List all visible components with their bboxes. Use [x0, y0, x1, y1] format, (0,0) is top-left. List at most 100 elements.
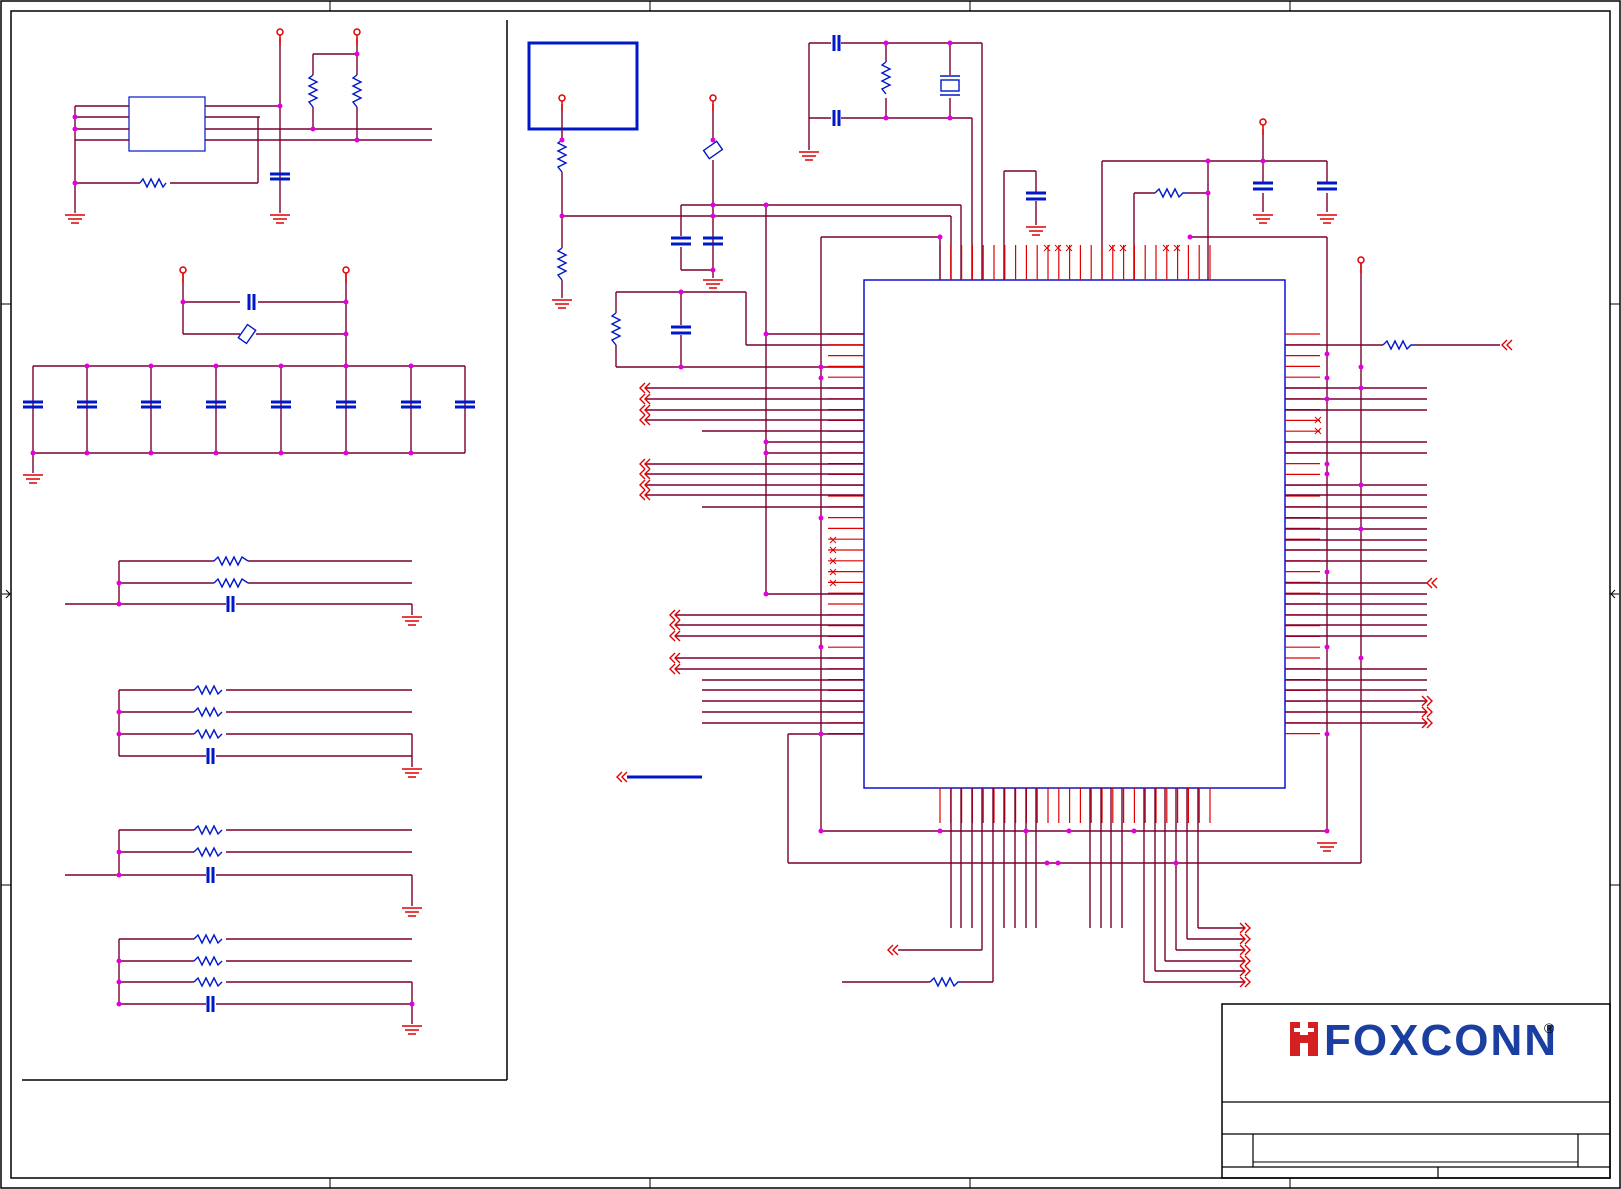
capacitor-icon	[1026, 181, 1337, 201]
title-block: FOXCONN ®	[1221, 1003, 1611, 1179]
resistor-icon	[880, 61, 892, 95]
capacitor-icon	[206, 748, 215, 764]
ferrite-bead-icon	[237, 323, 257, 345]
junction-dot	[763, 331, 769, 337]
foxconn-logo: FOXCONN ®	[1290, 1016, 1558, 1065]
rc-filter-group-4	[116, 933, 423, 1035]
main-ic-top-pins	[939, 245, 1211, 280]
main-ic-nets	[646, 205, 1500, 983]
crystal-oscillator	[798, 35, 983, 280]
small-ic-body	[128, 96, 206, 152]
offpage-connector-icon	[887, 944, 899, 956]
resistor-icon	[929, 976, 962, 988]
main-ic-right-pins	[1285, 333, 1320, 735]
offpage-connector-icon	[616, 771, 628, 783]
resistor-icon	[556, 247, 568, 281]
capacitor-icon	[247, 294, 256, 310]
junction-dot	[818, 364, 824, 370]
resistor-icon	[193, 955, 223, 967]
junction-dot	[818, 828, 824, 834]
resistor-icon	[307, 74, 319, 108]
junction-dot	[1358, 655, 1364, 661]
resistor-icon	[139, 177, 167, 189]
junction-dot	[763, 202, 769, 208]
capacitor-icon	[23, 400, 475, 409]
junction-dot	[1066, 828, 1072, 834]
ferrite-bead-icon	[702, 140, 724, 160]
main-ic-body	[863, 279, 1286, 789]
resistor-icon	[610, 312, 622, 346]
main-ic	[828, 245, 1320, 823]
rc-filter-group-1	[65, 555, 423, 626]
rc-filter-group-3	[65, 824, 423, 917]
offpage-connector-icon	[1501, 339, 1513, 351]
resistor-icon	[213, 577, 249, 589]
capacitor-icon	[206, 867, 215, 883]
resistor-icon	[193, 846, 223, 858]
junction-dot	[1173, 860, 1179, 866]
main-ic-bottom-pins	[939, 788, 1211, 823]
resistor-icon	[193, 684, 223, 696]
reset-circuit	[527, 41, 962, 370]
junction-dot	[763, 591, 769, 597]
sensor-ic-circuit	[64, 28, 432, 224]
junction-dot	[1358, 526, 1364, 532]
junction-dot	[1358, 364, 1364, 370]
capacitor-icon	[206, 996, 215, 1012]
junction-dot	[1324, 644, 1330, 650]
no-connect-icon	[1043, 244, 1051, 252]
main-ic-left-pins	[828, 333, 864, 735]
no-connect-icon	[1108, 244, 1116, 252]
resistor-icon	[193, 824, 223, 836]
junction-dot	[1023, 828, 1029, 834]
no-connect-icon	[829, 536, 837, 544]
capacitor-icon	[832, 35, 841, 126]
junction-dot	[1187, 234, 1193, 240]
offpage-connectors	[616, 339, 1513, 988]
junction-dot	[1358, 385, 1364, 391]
junction-dot	[1055, 860, 1061, 866]
junction-dot	[1358, 482, 1364, 488]
resistor-icon	[213, 555, 249, 567]
junction-dot	[1324, 828, 1330, 834]
capacitor-icon	[226, 596, 235, 612]
rc-filter-group-2	[116, 684, 423, 778]
offpage-connector-icon	[1426, 577, 1438, 589]
junction-dots	[763, 202, 1364, 866]
junction-dot	[937, 234, 943, 240]
resistor-icon	[556, 139, 568, 173]
junction-dot	[1044, 860, 1050, 866]
left-panel-frame	[22, 20, 508, 1081]
junction-dot	[1324, 569, 1330, 575]
junction-dot	[818, 375, 824, 381]
junction-dot	[1324, 396, 1330, 402]
resistor-icon	[193, 728, 223, 740]
junction-dot	[763, 439, 769, 445]
junction-dot	[1324, 461, 1330, 467]
capacitor-icon	[671, 236, 723, 335]
no-connect-marks	[829, 244, 1322, 587]
schematic-sheet: FOXCONN ®	[0, 0, 1621, 1189]
note-box	[527, 41, 639, 131]
junction-dot	[818, 731, 824, 737]
no-connect-icon	[1054, 244, 1062, 252]
junction-dot	[1324, 375, 1330, 381]
junction-dot	[1324, 471, 1330, 477]
decoupling-capacitor-bank	[22, 266, 475, 484]
junction-dot	[1131, 828, 1137, 834]
junction-dot	[763, 450, 769, 456]
junction-dot	[818, 515, 824, 521]
junction-dot	[937, 828, 943, 834]
no-connect-icon	[1162, 244, 1170, 252]
resistor-icon	[193, 976, 223, 988]
resistor-icon	[351, 74, 363, 108]
resistor-icon	[1382, 339, 1415, 351]
resistor-icon	[193, 933, 223, 945]
foxconn-logo-text: FOXCONN	[1324, 1016, 1558, 1065]
foxconn-logo-mark	[1290, 1022, 1318, 1056]
crystal-icon	[940, 75, 960, 96]
junction-dot	[1324, 351, 1330, 357]
resistor-icon	[1154, 187, 1187, 199]
resistor-icon	[193, 706, 223, 718]
top-decoupling	[1003, 118, 1338, 280]
